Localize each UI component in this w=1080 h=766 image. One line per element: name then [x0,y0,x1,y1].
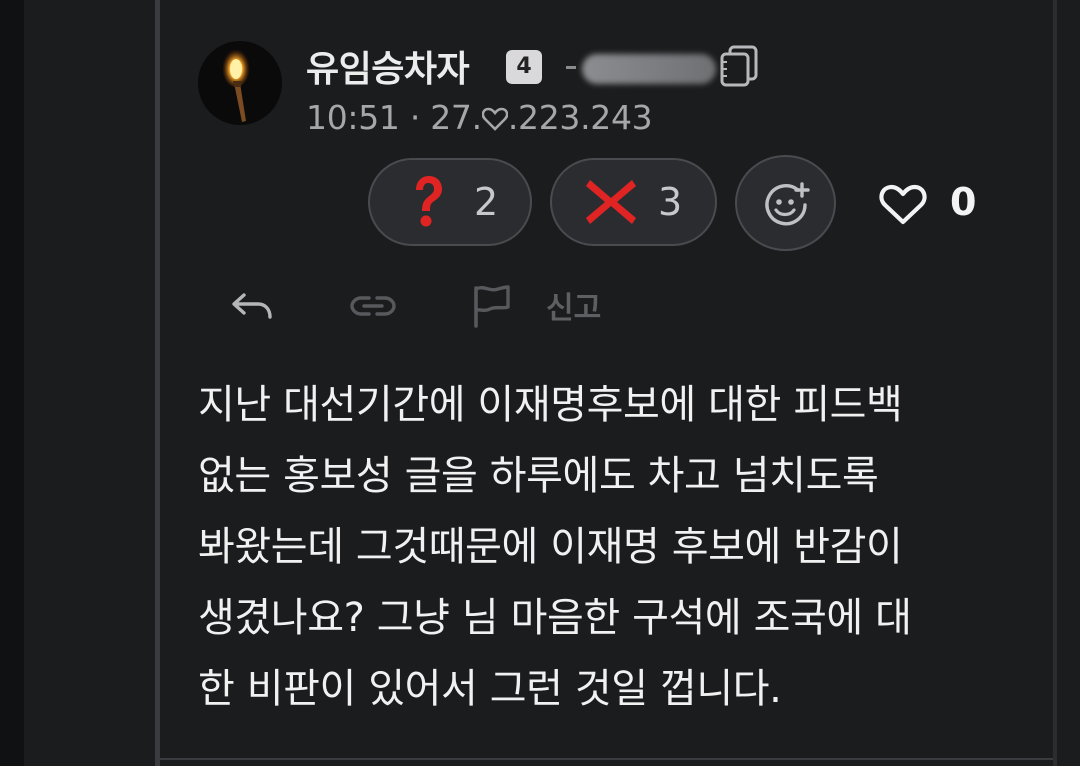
smiley-plus-icon [765,182,810,226]
cross-mark-icon [586,180,636,224]
reaction-count: 3 [658,180,683,224]
reaction-count: 2 [474,180,499,224]
meta-separator: · [409,98,421,137]
comment-divider [160,758,1053,760]
question-mark-icon [416,176,442,227]
comment-line: 생겼나요? 그냥 님 마음한 구석에 조국에 대 [198,595,912,641]
comment-line: 봐왔는데 그것때문에 이재명 후보에 반감이 [198,524,903,570]
torch-icon [222,47,250,122]
avatar[interactable] [198,41,282,125]
comment-line: 지난 대선기간에 이재명후보에 대한 피드백 [198,382,903,428]
ip-prefix: 27. [430,98,482,137]
reaction-question[interactable]: 2 [368,158,532,246]
comment-line: 한 비판이 있어서 그런 것일 껍니다. [198,666,782,712]
copy-icon[interactable] [718,44,760,88]
comment-view: 유임승차자 4 10:51 · 27. .223.243 2 3 0 신고 지난… [0,0,1080,766]
left-gutter [0,0,24,766]
blurred-user-info [566,50,716,86]
link-icon[interactable] [350,293,396,319]
reply-arrow-icon[interactable] [230,291,274,323]
heart-icon[interactable] [879,184,927,226]
level-badge: 4 [506,50,542,84]
comment-body: 지난 대선기간에 이재명후보에 대한 피드백 없는 홍보성 글을 하루에도 차고… [198,370,1028,725]
add-reaction-button[interactable] [735,155,836,251]
comment-line: 없는 홍보성 글을 하루에도 차고 넘치도록 [198,453,879,499]
ip-suffix: .223.243 [507,98,653,137]
comment-meta: 10:51 · 27. .223.243 [306,98,653,139]
username[interactable]: 유임승차자 [306,40,470,92]
flag-icon[interactable] [470,284,512,328]
heart-outline-icon [481,100,509,139]
thread-line [155,0,160,766]
comment-time: 10:51 [306,98,400,137]
reaction-cross[interactable]: 3 [550,158,717,246]
right-border [1053,0,1057,766]
report-button-label[interactable]: 신고 [546,283,601,327]
like-count: 0 [950,180,977,224]
